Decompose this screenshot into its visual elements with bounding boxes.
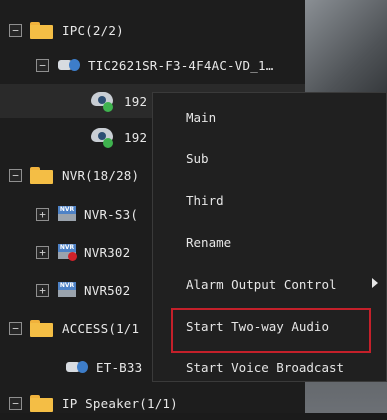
menu-item-label: Rename xyxy=(186,234,232,250)
ipc-device-label: TIC2621SR-F3-4F4AC-VD_1… xyxy=(88,57,274,73)
tree-node-nvr-1[interactable]: + NVR NVR-S3( xyxy=(36,197,138,231)
submenu-arrow-icon xyxy=(372,278,378,288)
channel-2-label: 192 xyxy=(124,129,148,145)
tree-node-ipc[interactable]: − IPC(2/2) xyxy=(9,13,124,47)
highlight-box xyxy=(171,308,371,353)
nvr-icon: NVR xyxy=(58,206,76,222)
tree-node-access[interactable]: − ACCESS(1/1 xyxy=(9,311,139,345)
collapse-toggle-ipc[interactable]: − xyxy=(9,23,22,37)
collapse-toggle-nvr[interactable]: − xyxy=(9,168,22,182)
tree-node-channel-2[interactable]: 192 xyxy=(90,120,147,154)
access-group-label: ACCESS(1/1 xyxy=(62,320,140,336)
collapse-toggle-access[interactable]: − xyxy=(9,321,22,335)
menu-item-main[interactable]: Main xyxy=(153,98,386,136)
menu-item-sub[interactable]: Sub xyxy=(153,139,386,177)
dome-camera-icon xyxy=(90,90,116,112)
menu-item-label: Start Voice Broadcast xyxy=(186,359,345,375)
camera-icon xyxy=(66,360,88,374)
menu-item-third[interactable]: Third xyxy=(153,181,386,219)
menu-item-rename[interactable]: Rename xyxy=(153,223,386,261)
menu-item-label: Third xyxy=(186,192,224,208)
nvr-2-label: NVR302 xyxy=(84,244,131,260)
expand-toggle-nvr-3[interactable]: + xyxy=(36,283,49,297)
tree-node-access-device[interactable]: ET-B33 xyxy=(66,350,142,384)
tree-node-ip-speaker[interactable]: − IP Speaker(1/1) xyxy=(9,386,178,420)
nvr-1-label: NVR-S3( xyxy=(84,206,139,222)
tree-node-ipc-device[interactable]: − TIC2621SR-F3-4F4AC-VD_1… xyxy=(36,48,305,82)
folder-icon xyxy=(30,394,54,412)
collapse-toggle-ipc-device[interactable]: − xyxy=(36,58,49,72)
menu-item-label: Main xyxy=(186,109,217,125)
menu-item-alarm-output-control[interactable]: Alarm Output Control xyxy=(153,265,386,303)
expand-toggle-nvr-1[interactable]: + xyxy=(36,207,49,221)
dome-camera-icon xyxy=(90,126,116,148)
folder-icon xyxy=(30,166,54,184)
menu-item-label: Sub xyxy=(186,150,209,166)
menu-item-start-voice-broadcast[interactable]: Start Voice Broadcast xyxy=(153,348,386,386)
tree-node-nvr-3[interactable]: + NVR NVR502 xyxy=(36,273,130,307)
nvr-icon: NVR xyxy=(58,282,76,298)
nvr-3-label: NVR502 xyxy=(84,282,131,298)
nvr-offline-icon: NVR xyxy=(58,244,77,261)
collapse-toggle-ip-speaker[interactable]: − xyxy=(9,396,22,410)
access-device-label: ET-B33 xyxy=(96,359,143,375)
tree-node-nvr-2[interactable]: + NVR NVR302 xyxy=(36,235,130,269)
nvr-group-label: NVR(18/28) xyxy=(62,167,140,183)
ipc-group-label: IPC(2/2) xyxy=(62,22,124,38)
ip-speaker-group-label: IP Speaker(1/1) xyxy=(62,395,178,411)
menu-item-label: Alarm Output Control xyxy=(186,276,337,292)
channel-1-label: 192 xyxy=(124,93,148,109)
tree-node-nvr[interactable]: − NVR(18/28) xyxy=(9,158,139,192)
camera-icon xyxy=(58,58,80,72)
folder-icon xyxy=(30,21,54,39)
folder-icon xyxy=(30,319,54,337)
expand-toggle-nvr-2[interactable]: + xyxy=(36,245,49,259)
